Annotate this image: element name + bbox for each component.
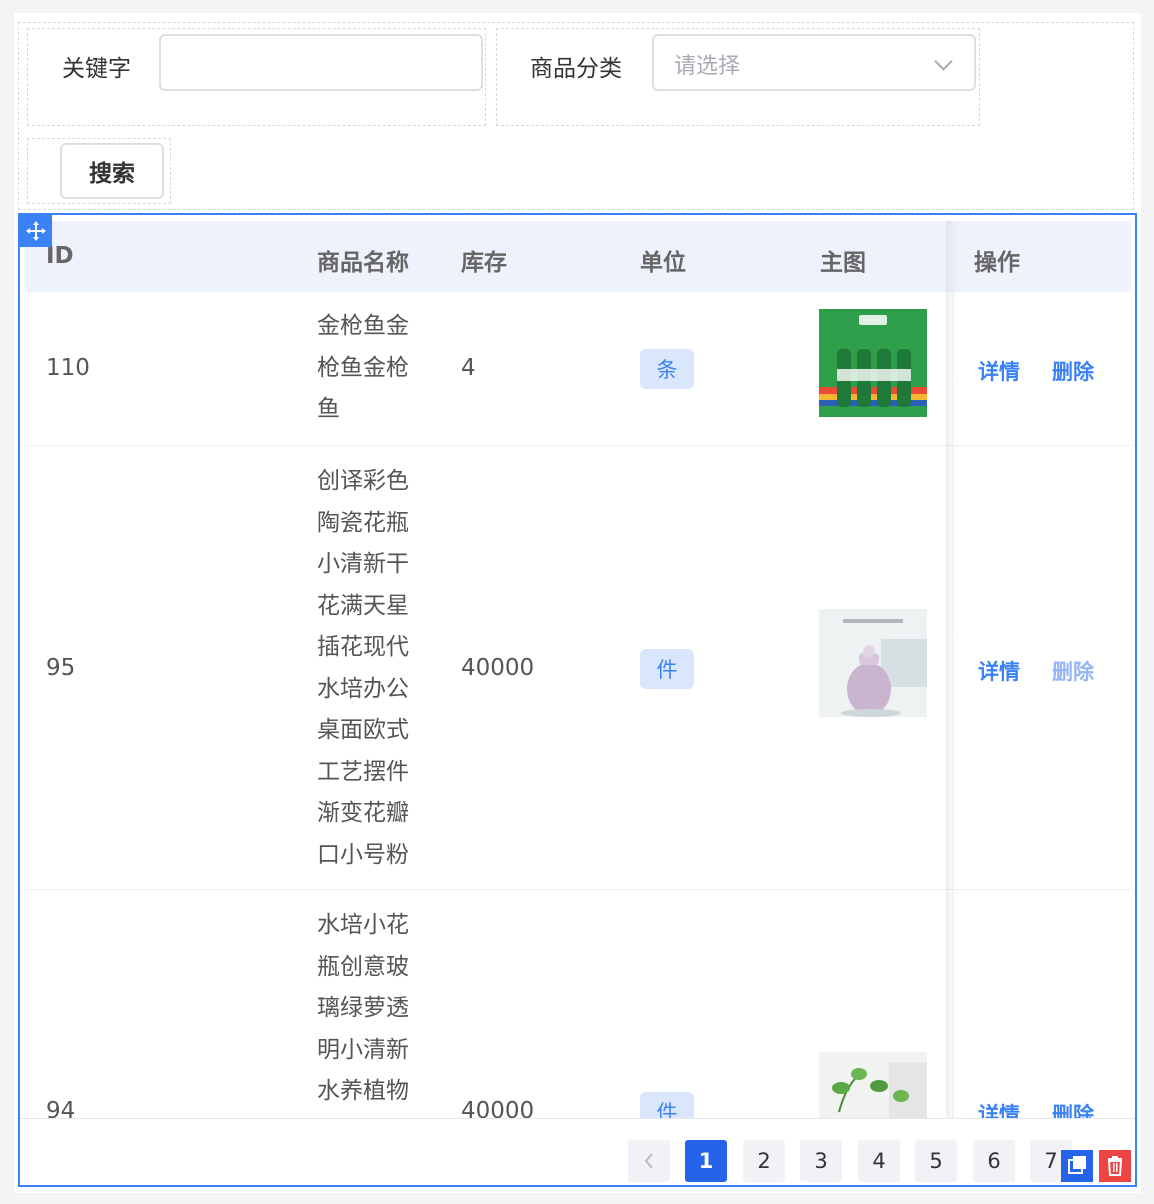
table-body: 110 金枪鱼金枪鱼金枪鱼 4 条 详情 删除 95 创译彩色陶瓷花瓶小清新干花… — [25, 292, 1131, 1118]
table-row: 95 创译彩色陶瓷花瓶小清新干花满天星插花现代水培办公桌面欧式工艺摆件渐变花瓣口… — [25, 446, 1131, 890]
row-name: 水培小花瓶创意玻璃绿萝透明小清新水养植物 — [317, 912, 409, 1104]
page-button-3[interactable]: 3 — [800, 1140, 842, 1182]
chevron-down-icon — [934, 52, 953, 71]
keyword-label: 关键字 — [62, 56, 131, 82]
detail-link[interactable]: 详情 — [978, 656, 1020, 686]
copy-icon[interactable] — [1061, 1150, 1093, 1182]
page-button-6[interactable]: 6 — [973, 1140, 1015, 1182]
table-row: 110 金枪鱼金枪鱼金枪鱼 4 条 详情 删除 — [25, 292, 1131, 446]
row-id: 95 — [46, 655, 76, 681]
delete-link[interactable]: 删除 — [1052, 1099, 1094, 1118]
column-header-image: 主图 — [820, 250, 866, 276]
row-unit-tag: 件 — [640, 649, 694, 689]
row-thumbnail[interactable] — [819, 1052, 927, 1118]
column-header-name: 商品名称 — [317, 250, 409, 276]
chevron-left-icon — [644, 1153, 653, 1169]
table-header: ID 商品名称 库存 单位 主图 操作 — [25, 221, 1131, 292]
delete-link[interactable]: 删除 — [1052, 356, 1094, 386]
keyword-input[interactable] — [159, 34, 483, 91]
row-unit-tag: 件 — [640, 1092, 694, 1118]
page-button-1[interactable]: 1 — [685, 1140, 727, 1182]
page-button-5[interactable]: 5 — [915, 1140, 957, 1182]
prev-page-button[interactable] — [628, 1140, 670, 1182]
category-form-item: 商品分类 请选择 — [496, 28, 980, 126]
row-unit-tag: 条 — [640, 349, 694, 389]
page-button-2[interactable]: 2 — [743, 1140, 785, 1182]
row-thumbnail[interactable] — [819, 609, 927, 717]
category-label: 商品分类 — [530, 56, 622, 82]
detail-link[interactable]: 详情 — [978, 1099, 1020, 1118]
table-row: 94 水培小花瓶创意玻璃绿萝透明小清新水养植物 40000 件 详情 删除 — [25, 890, 1131, 1118]
pagination: 1 2 3 4 5 6 7 — [20, 1118, 1135, 1185]
column-header-actions: 操作 — [974, 250, 1020, 276]
row-stock: 40000 — [461, 1098, 535, 1118]
delete-link[interactable]: 删除 — [1052, 656, 1094, 686]
keyword-form-item: 关键字 — [27, 28, 486, 126]
fixed-column-divider — [952, 221, 953, 1118]
search-button[interactable]: 搜索 — [60, 143, 164, 199]
row-thumbnail[interactable] — [819, 309, 927, 417]
page-button-4[interactable]: 4 — [858, 1140, 900, 1182]
column-header-unit: 单位 — [640, 250, 686, 276]
detail-link[interactable]: 详情 — [978, 356, 1020, 386]
row-name: 金枪鱼金枪鱼金枪鱼 — [317, 313, 409, 422]
row-stock: 4 — [461, 355, 476, 381]
trash-icon[interactable] — [1099, 1150, 1131, 1182]
column-header-stock: 库存 — [461, 250, 507, 276]
row-id: 94 — [46, 1098, 76, 1118]
category-select-placeholder: 请选择 — [674, 54, 741, 79]
row-name: 创译彩色陶瓷花瓶小清新干花满天星插花现代水培办公桌面欧式工艺摆件渐变花瓣口小号粉 — [317, 468, 409, 868]
category-select[interactable]: 请选择 — [652, 34, 976, 91]
row-id: 110 — [46, 355, 90, 381]
product-table[interactable]: ID 商品名称 库存 单位 主图 操作 110 金枪鱼金枪鱼金枪鱼 4 条 详情… — [18, 213, 1137, 1187]
row-stock: 40000 — [461, 655, 535, 681]
move-icon[interactable] — [20, 215, 52, 247]
